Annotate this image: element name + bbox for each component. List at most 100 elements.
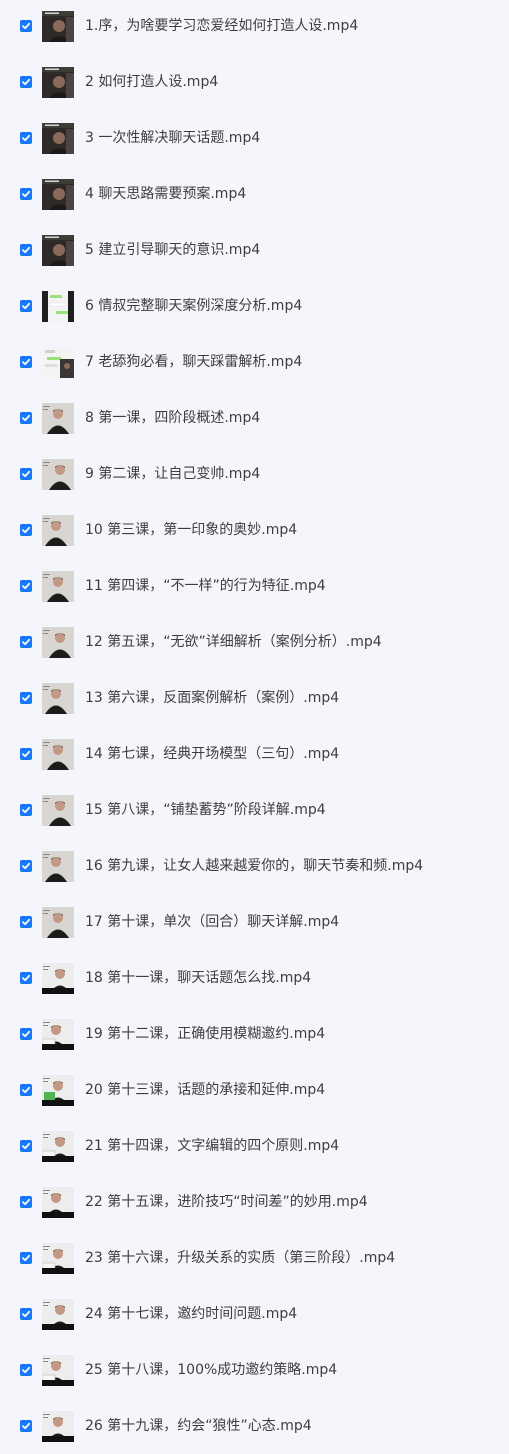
checkbox-checked-icon[interactable] (20, 76, 32, 88)
file-row[interactable]: 4 聊天思路需要预案.mp4 (0, 166, 509, 222)
checkbox-checked-icon[interactable] (20, 748, 32, 760)
checkbox-checked-icon[interactable] (20, 468, 32, 480)
checkbox-checked-icon[interactable] (20, 916, 32, 928)
chat-screenshot-thumbnail (42, 290, 74, 322)
lecture-thumbnail (42, 1130, 74, 1162)
lecture-thumbnail (42, 402, 74, 434)
file-row[interactable]: 10 第三课，第一印象的奥妙.mp4 (0, 502, 509, 558)
lecture-thumbnail (42, 962, 74, 994)
lecture-thumbnail (42, 458, 74, 490)
checkbox-checked-icon[interactable] (20, 412, 32, 424)
file-name[interactable]: 21 第十四课，文字编辑的四个原则.mp4 (85, 1137, 339, 1155)
file-name[interactable]: 22 第十五课，进阶技巧“时间差”的妙用.mp4 (85, 1193, 368, 1211)
checkbox-checked-icon[interactable] (20, 972, 32, 984)
file-name[interactable]: 13 第六课，反面案例解析（案例）.mp4 (85, 689, 339, 707)
file-name[interactable]: 12 第五课，“无欲”详细解析（案例分析）.mp4 (85, 633, 382, 651)
file-name[interactable]: 24 第十七课，邀约时间问题.mp4 (85, 1305, 297, 1323)
checkbox-checked-icon[interactable] (20, 1308, 32, 1320)
file-name[interactable]: 2 如何打造人设.mp4 (85, 73, 218, 91)
file-row[interactable]: 16 第九课，让女人越来越爱你的，聊天节奏和频.mp4 (0, 838, 509, 894)
file-row[interactable]: 21 第十四课，文字编辑的四个原则.mp4 (0, 1118, 509, 1174)
file-name[interactable]: 20 第十三课，话题的承接和延伸.mp4 (85, 1081, 325, 1099)
dark-portrait-thumbnail (42, 66, 74, 98)
file-name[interactable]: 17 第十课，单次（回合）聊天详解.mp4 (85, 913, 339, 931)
checkbox-checked-icon[interactable] (20, 1196, 32, 1208)
file-name[interactable]: 11 第四课，“不一样”的行为特征.mp4 (85, 577, 326, 595)
lecture-thumbnail (42, 514, 74, 546)
file-row[interactable]: 9 第二课，让自己变帅.mp4 (0, 446, 509, 502)
file-name[interactable]: 26 第十九课，约会“狼性”心态.mp4 (85, 1417, 312, 1435)
file-row[interactable]: 23 第十六课，升级关系的实质（第三阶段）.mp4 (0, 1230, 509, 1286)
checkbox-checked-icon[interactable] (20, 524, 32, 536)
file-list: 1.序，为啥要学习恋爱经如何打造人设.mp4 2 如何打造人设.mp4 3 一次性解… (0, 0, 509, 1450)
dark-portrait-thumbnail (42, 234, 74, 266)
file-name[interactable]: 7 老舔狗必看，聊天踩雷解析.mp4 (85, 353, 302, 371)
checkbox-checked-icon[interactable] (20, 1364, 32, 1376)
checkbox-checked-icon[interactable] (20, 1252, 32, 1264)
file-row[interactable]: 18 第十一课，聊天话题怎么找.mp4 (0, 950, 509, 1006)
checkbox-checked-icon[interactable] (20, 692, 32, 704)
lecture-thumbnail (42, 570, 74, 602)
lecture-thumbnail (42, 1186, 74, 1218)
file-name[interactable]: 8 第一课，四阶段概述.mp4 (85, 409, 260, 427)
checkbox-checked-icon[interactable] (20, 1140, 32, 1152)
checkbox-checked-icon[interactable] (20, 1084, 32, 1096)
file-row[interactable]: 25 第十八课，100%成功邀约策略.mp4 (0, 1342, 509, 1398)
file-name[interactable]: 25 第十八课，100%成功邀约策略.mp4 (85, 1361, 337, 1379)
lecture-thumbnail (42, 794, 74, 826)
checkbox-checked-icon[interactable] (20, 860, 32, 872)
file-row[interactable]: 8 第一课，四阶段概述.mp4 (0, 390, 509, 446)
checkbox-checked-icon[interactable] (20, 244, 32, 256)
file-name[interactable]: 9 第二课，让自己变帅.mp4 (85, 465, 260, 483)
file-name[interactable]: 14 第七课，经典开场模型（三句）.mp4 (85, 745, 339, 763)
file-row[interactable]: 7 老舔狗必看，聊天踩雷解析.mp4 (0, 334, 509, 390)
file-row[interactable]: 11 第四课，“不一样”的行为特征.mp4 (0, 558, 509, 614)
file-row[interactable]: 20 第十三课，话题的承接和延伸.mp4 (0, 1062, 509, 1118)
file-row[interactable]: 26 第十九课，约会“狼性”心态.mp4 (0, 1398, 509, 1454)
checkbox-checked-icon[interactable] (20, 636, 32, 648)
file-name[interactable]: 3 一次性解决聊天话题.mp4 (85, 129, 260, 147)
lecture-thumbnail (42, 1074, 74, 1106)
checkbox-checked-icon[interactable] (20, 580, 32, 592)
lecture-thumbnail (42, 1242, 74, 1274)
file-name[interactable]: 16 第九课，让女人越来越爱你的，聊天节奏和频.mp4 (85, 857, 423, 875)
chat-screenshot-thumbnail (42, 346, 74, 378)
file-name[interactable]: 23 第十六课，升级关系的实质（第三阶段）.mp4 (85, 1249, 395, 1267)
checkbox-checked-icon[interactable] (20, 188, 32, 200)
checkbox-checked-icon[interactable] (20, 132, 32, 144)
file-name[interactable]: 6 情叔完整聊天案例深度分析.mp4 (85, 297, 302, 315)
file-row[interactable]: 24 第十七课，邀约时间问题.mp4 (0, 1286, 509, 1342)
file-name[interactable]: 19 第十二课，正确使用模糊邀约.mp4 (85, 1025, 325, 1043)
file-row[interactable]: 15 第八课，“铺垫蓄势”阶段详解.mp4 (0, 782, 509, 838)
file-row[interactable]: 19 第十二课，正确使用模糊邀约.mp4 (0, 1006, 509, 1062)
checkbox-checked-icon[interactable] (20, 1028, 32, 1040)
lecture-thumbnail (42, 738, 74, 770)
file-row[interactable]: 13 第六课，反面案例解析（案例）.mp4 (0, 670, 509, 726)
lecture-thumbnail (42, 626, 74, 658)
file-name[interactable]: 1.序，为啥要学习恋爱经如何打造人设.mp4 (85, 17, 358, 35)
dark-portrait-thumbnail (42, 122, 74, 154)
dark-portrait-thumbnail (42, 178, 74, 210)
file-row[interactable]: 6 情叔完整聊天案例深度分析.mp4 (0, 278, 509, 334)
checkbox-checked-icon[interactable] (20, 804, 32, 816)
file-row[interactable]: 12 第五课，“无欲”详细解析（案例分析）.mp4 (0, 614, 509, 670)
file-name[interactable]: 15 第八课，“铺垫蓄势”阶段详解.mp4 (85, 801, 326, 819)
file-name[interactable]: 10 第三课，第一印象的奥妙.mp4 (85, 521, 297, 539)
file-name[interactable]: 4 聊天思路需要预案.mp4 (85, 185, 246, 203)
file-name[interactable]: 5 建立引导聊天的意识.mp4 (85, 241, 260, 259)
checkbox-checked-icon[interactable] (20, 300, 32, 312)
lecture-thumbnail (42, 1354, 74, 1386)
file-name[interactable]: 18 第十一课，聊天话题怎么找.mp4 (85, 969, 311, 987)
lecture-thumbnail (42, 1410, 74, 1442)
file-row[interactable]: 2 如何打造人设.mp4 (0, 54, 509, 110)
file-row[interactable]: 1.序，为啥要学习恋爱经如何打造人设.mp4 (0, 0, 509, 54)
file-row[interactable]: 17 第十课，单次（回合）聊天详解.mp4 (0, 894, 509, 950)
file-row[interactable]: 22 第十五课，进阶技巧“时间差”的妙用.mp4 (0, 1174, 509, 1230)
file-row[interactable]: 14 第七课，经典开场模型（三句）.mp4 (0, 726, 509, 782)
checkbox-checked-icon[interactable] (20, 1420, 32, 1432)
checkbox-checked-icon[interactable] (20, 356, 32, 368)
lecture-thumbnail (42, 850, 74, 882)
file-row[interactable]: 3 一次性解决聊天话题.mp4 (0, 110, 509, 166)
checkbox-checked-icon[interactable] (20, 20, 32, 32)
file-row[interactable]: 5 建立引导聊天的意识.mp4 (0, 222, 509, 278)
